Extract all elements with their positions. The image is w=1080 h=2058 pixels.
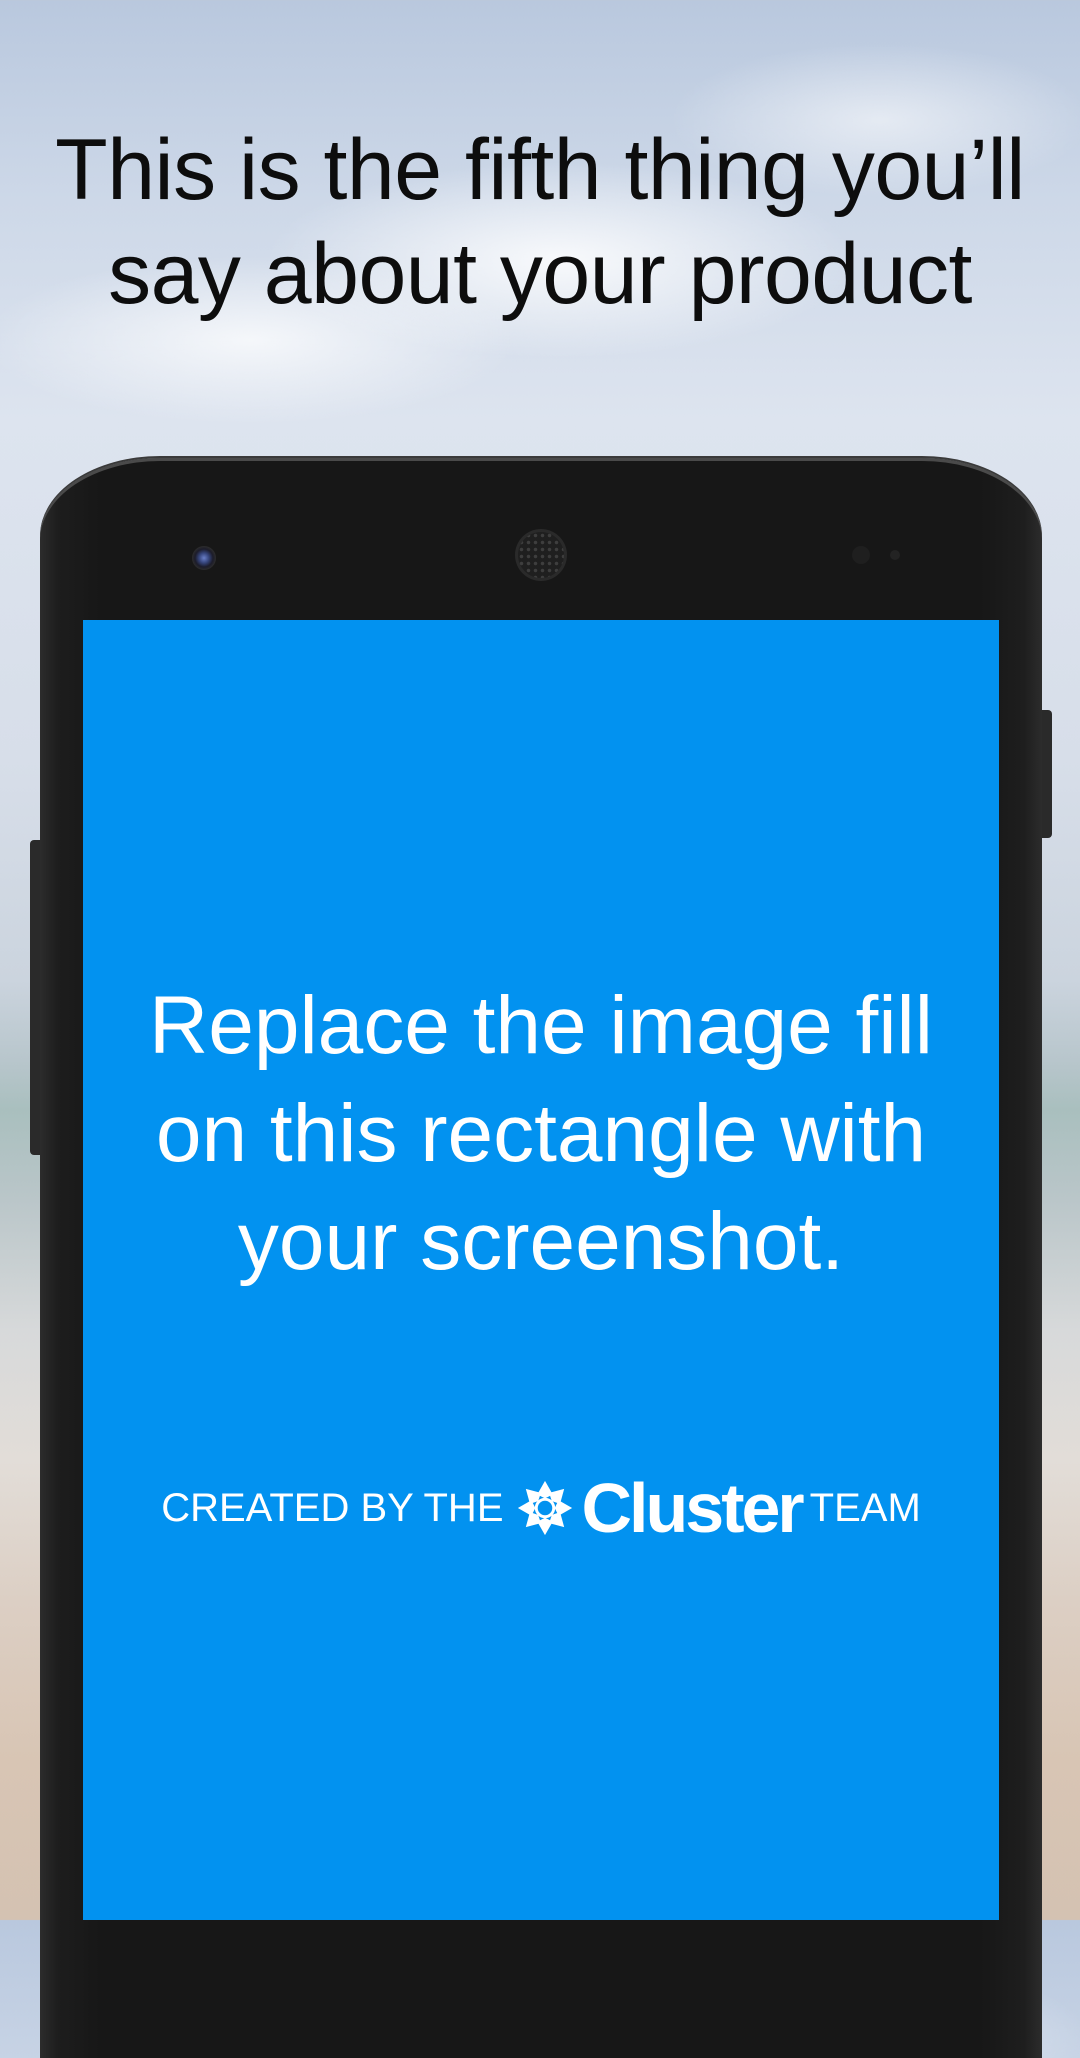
- front-camera-icon: [192, 546, 216, 570]
- earpiece-speaker-icon: [518, 532, 564, 578]
- placeholder-line-3: your screenshot.: [237, 1196, 845, 1287]
- placeholder-message: Replace the image fill on this rectangle…: [83, 972, 999, 1296]
- headline-line-2: say about your product: [108, 226, 972, 322]
- proximity-sensor-icon: [852, 546, 870, 564]
- credit-line: CREATED BY THE Cluster TEAM: [83, 1468, 999, 1548]
- credit-brand: Cluster: [581, 1469, 805, 1547]
- headline: This is the fifth thing you’ll say about…: [0, 118, 1080, 326]
- cluster-logo-icon: [517, 1480, 572, 1536]
- phone-screen: Replace the image fill on this rectangle…: [83, 620, 999, 1920]
- placeholder-line-2: on this rectangle with: [155, 1088, 927, 1179]
- credit-suffix: TEAM: [809, 1485, 921, 1530]
- credit-prefix: CREATED BY THE: [161, 1485, 504, 1530]
- headline-line-1: This is the fifth thing you’ll: [55, 122, 1025, 218]
- light-sensor-icon: [890, 550, 900, 560]
- placeholder-line-1: Replace the image fill: [149, 980, 933, 1071]
